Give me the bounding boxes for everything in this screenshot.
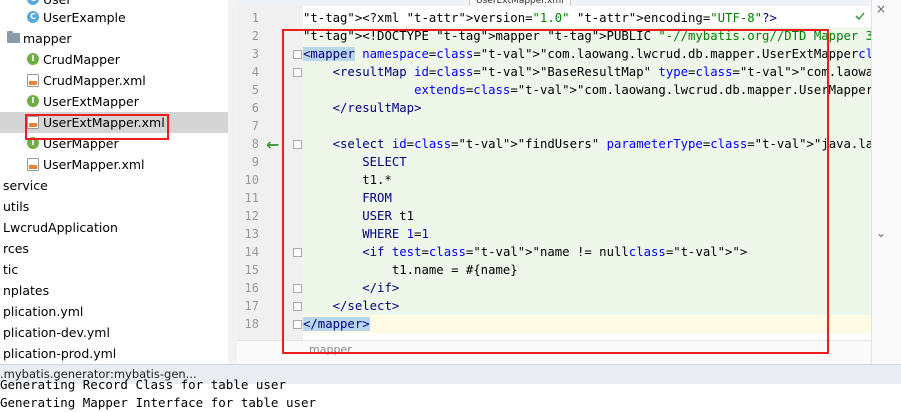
line-number: 2 xyxy=(251,29,259,43)
line-number: 16 xyxy=(244,281,259,295)
line-number: 17 xyxy=(244,299,259,313)
folder-icon xyxy=(7,31,20,43)
line-number: 14 xyxy=(244,245,259,259)
inspection-ok-icon[interactable] xyxy=(854,10,866,22)
tree-item[interactable]: plication-dev.yml xyxy=(0,322,237,343)
tree-item[interactable]: LwcrudApplication xyxy=(0,217,237,238)
tree-item-label: tic xyxy=(3,262,19,277)
tree-item[interactable]: I CrudMapper xyxy=(0,49,237,70)
tree-item[interactable]: CrudMapper.xml xyxy=(0,70,237,91)
console-line: Generating Record Class for table user xyxy=(0,377,286,392)
xml-file-icon xyxy=(27,158,39,171)
line-number: 11 xyxy=(244,191,259,205)
tree-item[interactable]: I UserExtMapper xyxy=(0,91,237,112)
implementation-gutter-icon[interactable]: ← xyxy=(266,137,279,153)
tree-item-label: UserExtMapper xyxy=(43,94,139,109)
line-number: 13 xyxy=(244,227,259,241)
code-text: "t-tag"><?xml "t-attr">version="1.0" "t-… xyxy=(303,11,777,25)
tree-item[interactable]: utils xyxy=(0,196,237,217)
line-number: 6 xyxy=(251,101,259,115)
line-number: 4 xyxy=(251,65,259,79)
tree-item-label: mapper xyxy=(23,31,72,46)
line-number: 1 xyxy=(251,11,259,25)
line-number: 7 xyxy=(251,119,259,133)
xml-file-icon xyxy=(27,74,39,87)
line-number: 10 xyxy=(244,173,259,187)
tree-item-label: UserExample xyxy=(43,10,126,25)
tree-item-label: plication-prod.yml xyxy=(3,346,117,361)
tree-item-label: CrudMapper.xml xyxy=(43,73,146,88)
tree-item[interactable]: UserMapper.xml xyxy=(0,154,237,175)
tree-item[interactable]: rces xyxy=(0,238,237,259)
tree-scrollbar[interactable] xyxy=(228,0,237,364)
annotation-box-file xyxy=(25,114,169,140)
chevron-down-icon[interactable]: ⌄ xyxy=(876,226,886,240)
console-line: Generating Mapper Interface for table us… xyxy=(0,395,317,410)
tree-item[interactable]: tic xyxy=(0,259,237,280)
tree-item[interactable]: mapper xyxy=(0,28,237,49)
line-number: 8 xyxy=(251,137,259,151)
tree-item-label: service xyxy=(3,178,48,193)
tree-item-label: plication.yml xyxy=(3,304,84,319)
interface-icon: I xyxy=(27,53,39,65)
right-tool-strip: × ⌄ xyxy=(871,0,901,364)
line-number: 5 xyxy=(251,83,259,97)
tree-item[interactable]: plication-prod.yml xyxy=(0,343,237,364)
tree-item-label: nplates xyxy=(3,283,50,298)
tree-item-label: plication-dev.yml xyxy=(3,325,110,340)
line-number: 9 xyxy=(251,155,259,169)
tree-item[interactable]: plication.yml xyxy=(0,301,237,322)
annotation-box-code xyxy=(282,29,829,354)
class-icon: C xyxy=(27,11,39,23)
tree-item-label: rces xyxy=(3,241,29,256)
tree-item-label: CrudMapper xyxy=(43,52,120,67)
code-line[interactable]: "t-tag"><?xml "t-attr">version="1.0" "t-… xyxy=(303,9,871,27)
class-icon: C xyxy=(27,0,39,5)
tree-item-label: UserMapper.xml xyxy=(43,157,145,172)
interface-icon: I xyxy=(27,95,39,107)
line-number: 12 xyxy=(244,209,259,223)
tree-item-label: utils xyxy=(3,199,30,214)
tree-item[interactable]: C UserExample xyxy=(0,7,237,28)
line-number: 15 xyxy=(244,263,259,277)
console-output: Generating Record Class for table user G… xyxy=(0,377,901,412)
tree-item-label: LwcrudApplication xyxy=(3,220,118,235)
tree-item[interactable]: service xyxy=(0,175,237,196)
line-number: 18 xyxy=(244,317,259,331)
tree-item[interactable]: nplates xyxy=(0,280,237,301)
line-number: 3 xyxy=(251,47,259,61)
close-icon[interactable]: × xyxy=(876,2,886,16)
project-tree: CUserCUserExamplemapperICrudMapperCrudMa… xyxy=(0,0,237,364)
